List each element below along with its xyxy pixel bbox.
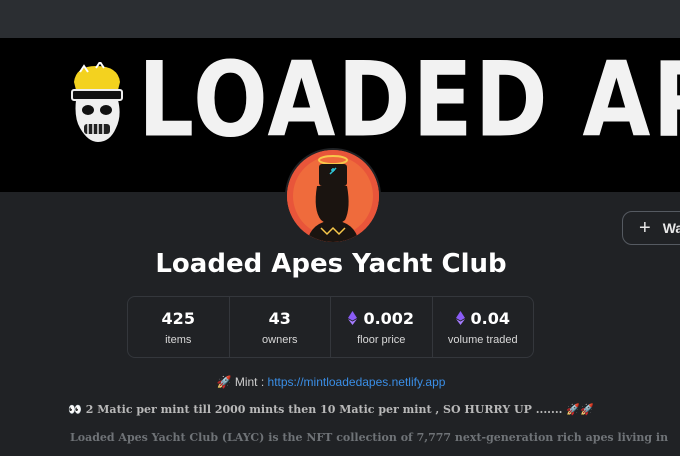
collection-title: Loaded Apes Yacht Club (155, 249, 507, 279)
stat-floor-price: 0.002 floor price (331, 297, 433, 357)
watchlist-label: Wa (662, 220, 680, 236)
stat-label: volume traded (447, 333, 518, 346)
stat-label: floor price (357, 333, 406, 346)
stat-value: 0.04 (470, 308, 510, 328)
ape-skull-logo-icon (71, 62, 123, 142)
stats-panel: 425 items 43 owners 0.002 floor price 0.… (127, 296, 534, 358)
stat-label: items (165, 333, 192, 346)
stat-owners: 43 owners (230, 297, 331, 357)
rocket-icon: 🚀 (216, 375, 232, 389)
mint-link[interactable]: https://mintloadedapes.netlify.app (268, 375, 446, 389)
ape-avatar-icon (287, 150, 379, 242)
plus-icon: + (639, 217, 651, 239)
banner-title: LOADED APES (138, 38, 680, 161)
stat-value: 0.002 (363, 308, 415, 328)
promo-text: 👀 2 Matic per mint till 2000 mints then … (68, 403, 594, 416)
stat-volume-traded: 0.04 volume traded (433, 297, 534, 357)
mint-prefix: Mint : (231, 375, 268, 389)
description-intro: Loaded Apes Yacht Club (LAYC) is the NFT… (70, 431, 669, 444)
stat-value: 43 (268, 308, 291, 328)
mint-line: 🚀 Mint : https://mintloadedapes.netlify.… (0, 375, 662, 389)
ethereum-icon (455, 311, 465, 325)
stat-label: owners (262, 333, 298, 346)
stat-items: 425 items (128, 297, 230, 357)
watchlist-button[interactable]: + Wa (622, 211, 680, 245)
collection-avatar (285, 148, 381, 244)
stat-value: 425 (161, 308, 195, 328)
top-bar (0, 0, 680, 38)
ethereum-icon (348, 311, 358, 325)
